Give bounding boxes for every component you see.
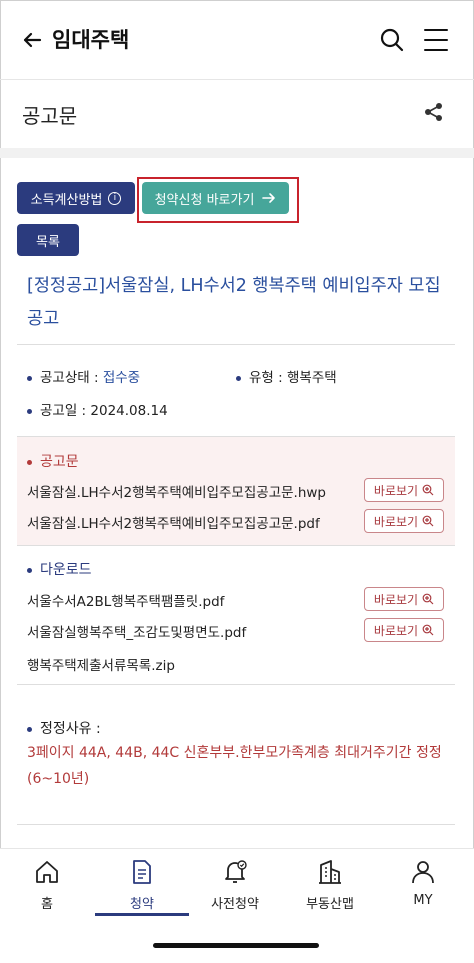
list-button[interactable]: 목록 — [17, 224, 79, 256]
nav-real-estate-map[interactable]: 부동산맵 — [285, 859, 375, 912]
file-download-link[interactable]: 행복주택제출서류목록.zip — [27, 654, 175, 674]
bullet — [27, 408, 32, 414]
share-icon[interactable] — [424, 102, 444, 122]
document-icon — [133, 860, 151, 884]
divider — [17, 344, 455, 345]
nav-real-estate-map-label: 부동산맵 — [306, 897, 354, 912]
bullet — [27, 375, 32, 381]
bell-check-icon — [225, 860, 247, 883]
view-button-label: 바로보기 — [373, 592, 419, 607]
view-button[interactable]: 바로보기 — [364, 618, 444, 642]
correction-text: 3페이지 44A, 44B, 44C 신혼부부.한부모가족계층 최대거주기간 정… — [27, 745, 442, 787]
zoom-in-icon — [422, 593, 434, 605]
bottom-nav: 홈 청약 사전청약 부동산맵 MY — [0, 848, 474, 963]
home-indicator[interactable] — [153, 943, 319, 948]
top-bar: 임대주택 — [0, 0, 474, 80]
downloads-heading-label: 다운로드 — [40, 562, 92, 578]
status-row: 공고상태 : 접수중 — [27, 366, 140, 386]
correction-label-text: 정정사유 : — [40, 721, 101, 737]
nav-subscription-label: 청약 — [130, 897, 154, 912]
bullet — [236, 375, 241, 381]
back-arrow-icon[interactable] — [18, 26, 46, 54]
page-title: 임대주택 — [52, 28, 130, 52]
section-title: 공고문 — [22, 104, 78, 128]
view-button[interactable]: 바로보기 — [364, 509, 444, 533]
status-value: 접수중 — [102, 370, 141, 386]
type-row: 유형 : 행복주택 — [236, 366, 337, 386]
active-tab-indicator — [95, 913, 189, 916]
file-name: 서울잠실.LH수서2행복주택예비입주모집공고문.hwp — [27, 485, 326, 501]
search-icon[interactable] — [378, 26, 406, 54]
view-button[interactable]: 바로보기 — [364, 587, 444, 611]
date-value: 2024.08.14 — [90, 403, 168, 419]
type-value: 행복주택 — [286, 370, 337, 386]
view-button-label: 바로보기 — [373, 483, 419, 498]
home-icon — [36, 861, 58, 883]
nav-pre-subscription-label: 사전청약 — [211, 897, 259, 912]
apply-shortcut-label: 청약신청 바로가기 — [154, 192, 255, 208]
file-name: 서울잠실.LH수서2행복주택예비입주모집공고문.pdf — [27, 516, 320, 532]
nav-my[interactable]: MY — [378, 859, 468, 908]
announcement-heading-label: 공고문 — [40, 454, 79, 470]
status-label: 공고상태 : — [40, 370, 99, 386]
income-calc-button[interactable]: 소득계산방법 i — [17, 182, 135, 214]
arrow-right-icon — [262, 193, 276, 203]
divider — [17, 684, 455, 685]
file-name: 서울잠실행복주택_조감도및평면도.pdf — [27, 625, 247, 641]
bullet — [27, 567, 32, 573]
zoom-in-icon — [422, 624, 434, 636]
nav-home[interactable]: 홈 — [2, 859, 92, 912]
info-icon: i — [108, 191, 122, 205]
person-icon — [412, 861, 434, 884]
file-name: 서울수서A2BL행복주택팸플릿.pdf — [27, 594, 225, 610]
income-calc-label: 소득계산방법 — [30, 192, 103, 208]
nav-subscription[interactable]: 청약 — [97, 859, 187, 912]
nav-home-label: 홈 — [41, 897, 53, 912]
zoom-in-icon — [422, 484, 434, 496]
notice-title: [정정공고]서울잠실, LH수서2 행복주택 예비입주자 모집공고 — [27, 276, 441, 329]
divider — [17, 824, 455, 825]
zoom-in-icon — [422, 515, 434, 527]
section-header: 공고문 — [0, 80, 474, 148]
nav-my-label: MY — [413, 893, 433, 908]
building-map-icon — [319, 860, 341, 884]
divider — [17, 545, 455, 546]
hamburger-menu-icon[interactable] — [422, 26, 450, 54]
view-button-label: 바로보기 — [373, 623, 419, 638]
view-button[interactable]: 바로보기 — [364, 478, 444, 502]
correction-label: 정정사유 : — [27, 718, 101, 738]
nav-pre-subscription[interactable]: 사전청약 — [190, 859, 280, 912]
date-row: 공고일 : 2024.08.14 — [27, 399, 168, 419]
view-button-label: 바로보기 — [373, 514, 419, 529]
bullet — [27, 459, 32, 465]
announcement-heading: 공고문 — [27, 451, 79, 471]
type-label: 유형 : — [249, 370, 283, 386]
section-separator — [0, 148, 474, 158]
bullet — [27, 726, 32, 732]
date-label: 공고일 : — [40, 403, 87, 419]
apply-shortcut-button[interactable]: 청약신청 바로가기 — [142, 182, 289, 214]
downloads-heading: 다운로드 — [27, 559, 92, 579]
